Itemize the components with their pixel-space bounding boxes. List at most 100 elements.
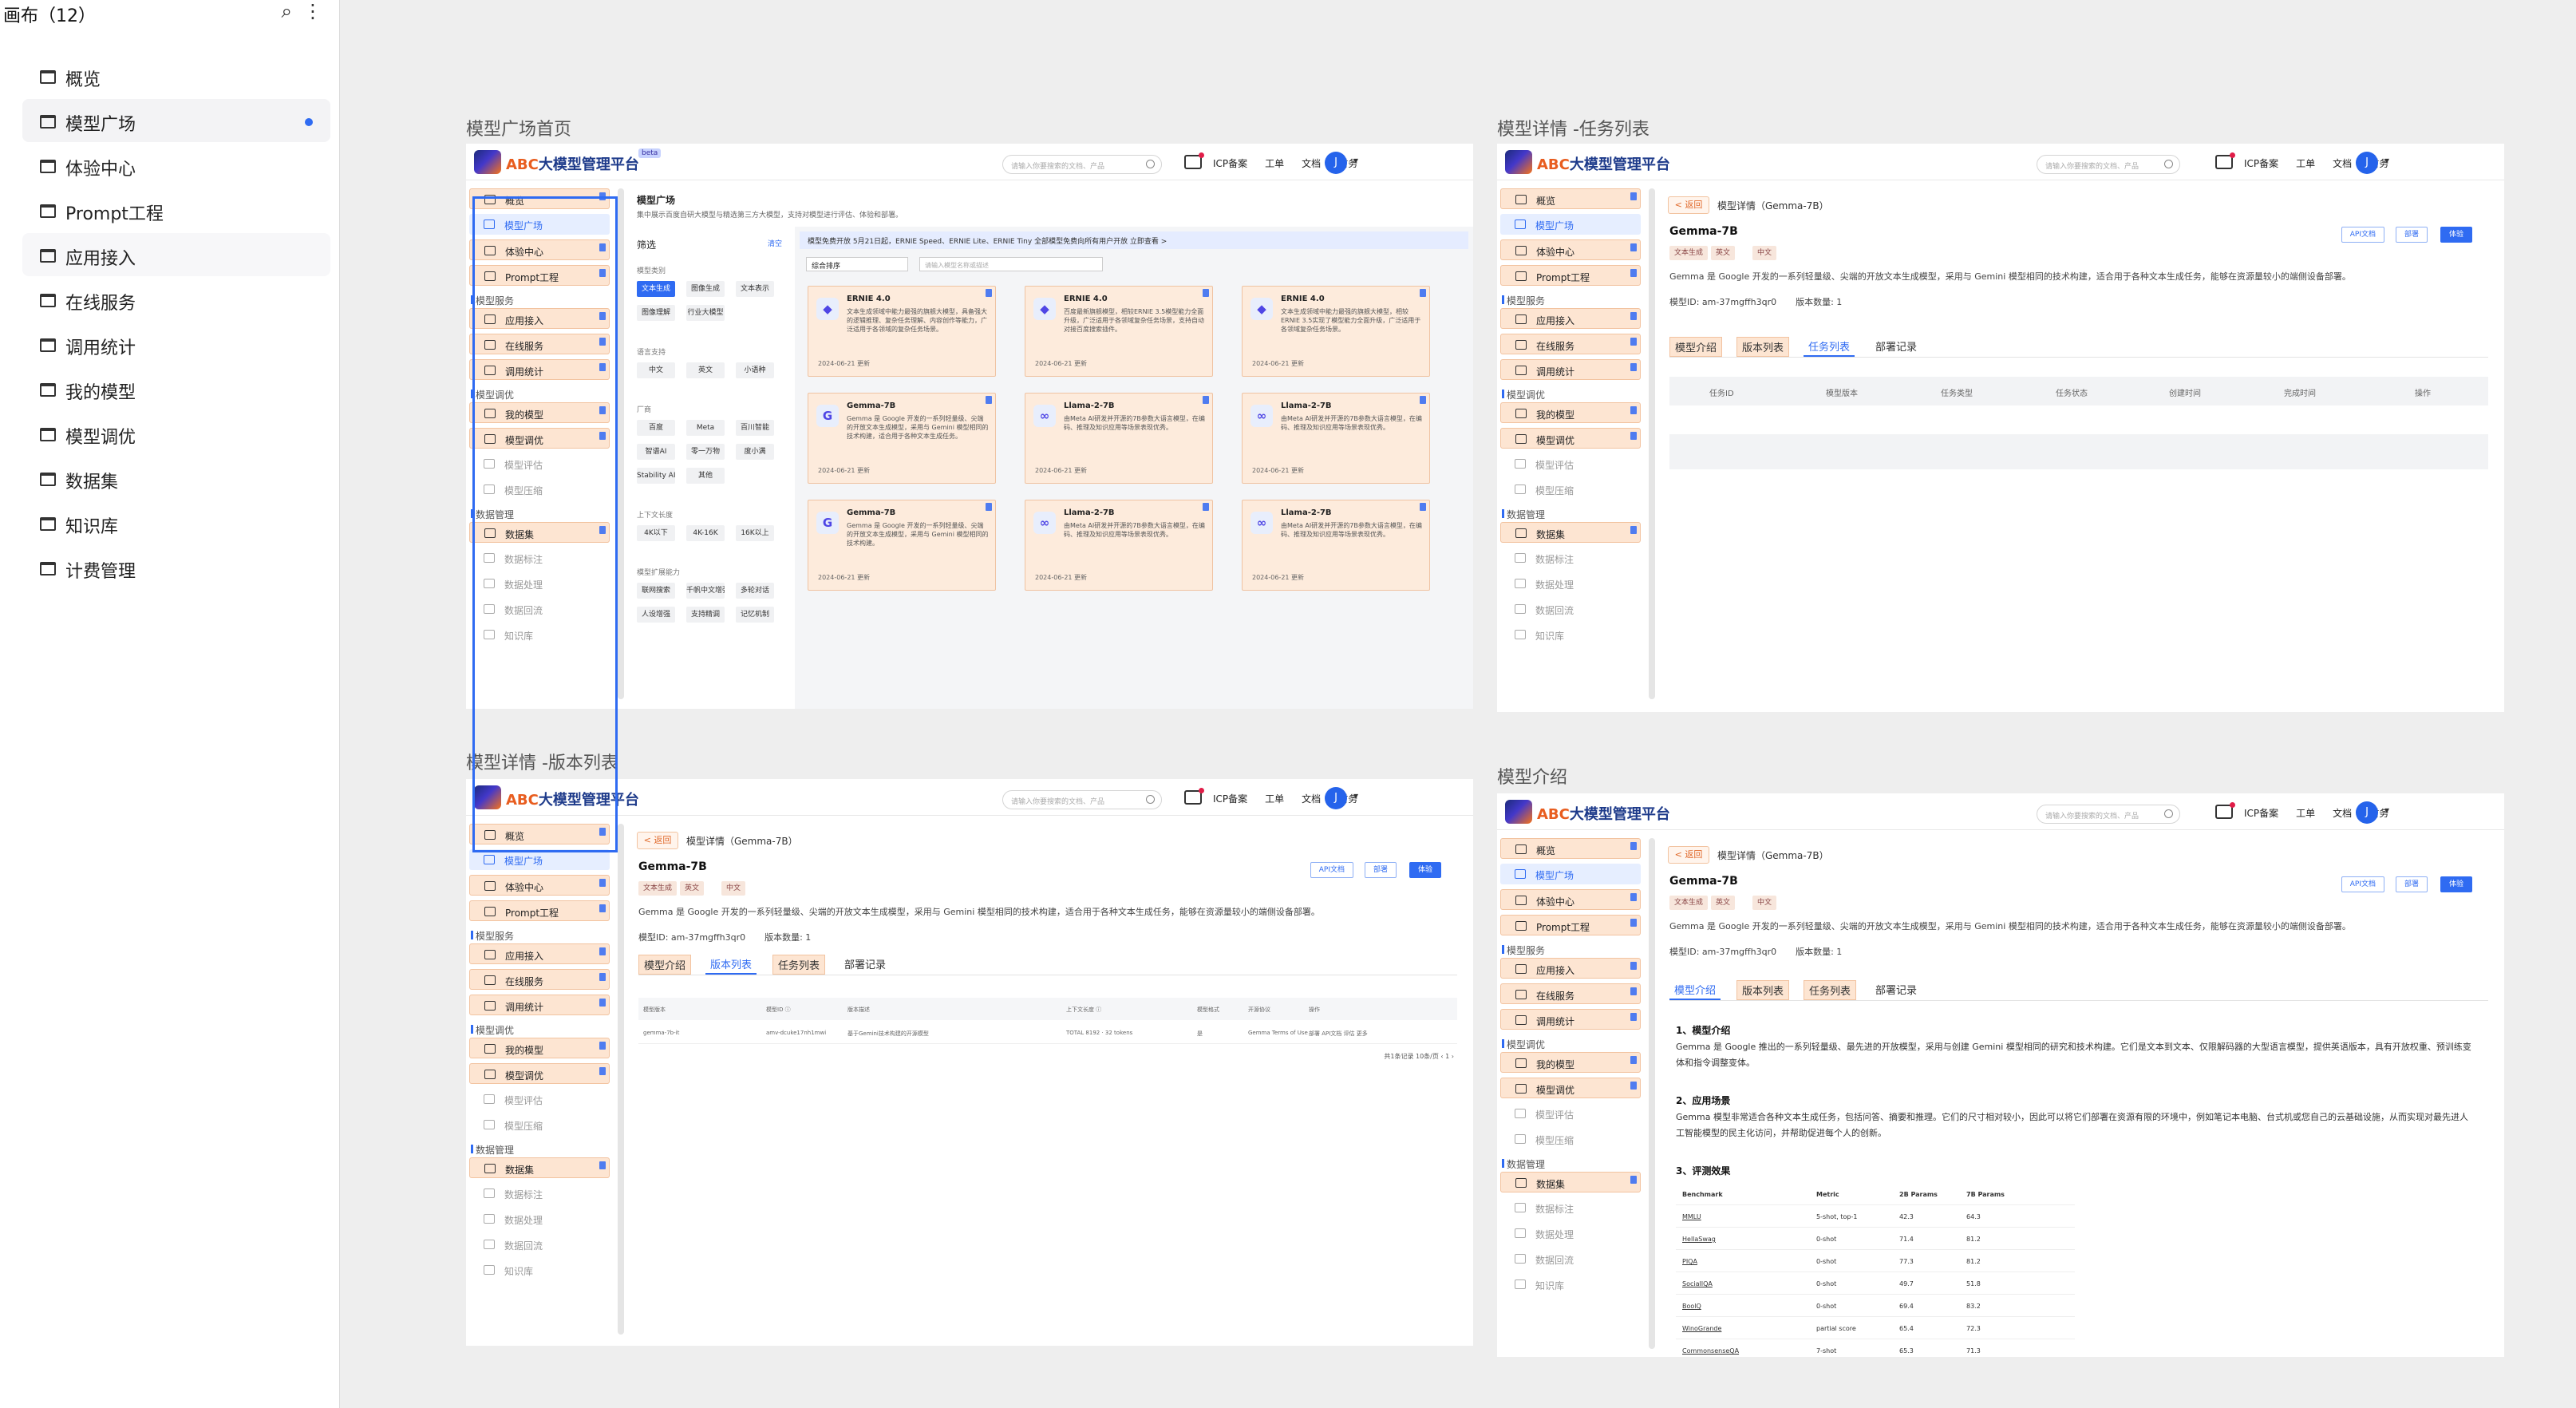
header-nav-2[interactable]: 文档 [2333, 808, 2352, 819]
filter-chip[interactable]: 4K-16K [686, 525, 725, 541]
header-nav-1[interactable]: 工单 [1265, 158, 1284, 169]
canvas-page-item[interactable]: 我的模型 [22, 367, 330, 410]
message-icon[interactable] [2215, 152, 2235, 169]
sidebar-item[interactable]: 模型压缩 [1500, 1129, 1641, 1149]
frame-label-intro[interactable]: 模型介绍 [1497, 763, 1567, 789]
filter-chip[interactable]: 文本表示 [736, 281, 774, 297]
detail-tab[interactable]: 模型介绍 [1669, 980, 1721, 1000]
sidebar-item[interactable]: 我的模型 [1500, 1052, 1641, 1073]
canvas-page-item[interactable]: 知识库 [22, 501, 330, 544]
sidebar-item[interactable]: Prompt工程 [1500, 265, 1641, 286]
sidebar-scrollbar[interactable] [1649, 838, 1655, 1349]
sidebar-item[interactable]: 数据处理 [1500, 1223, 1641, 1244]
filter-chip[interactable]: 支持精调 [686, 607, 725, 623]
model-card[interactable]: ∞ Llama-2-7B 由Meta AI研发并开源的7B参数大语言模型，在编码、推… [1025, 393, 1213, 484]
benchmark-cell[interactable]: MMLU [1682, 1213, 1701, 1220]
detail-tab[interactable]: 版本列表 [1736, 980, 1790, 1000]
sidebar-item[interactable]: 在线服务 [1500, 334, 1641, 354]
detail-tab[interactable]: 任务列表 [1804, 337, 1855, 357]
frame-task-list[interactable]: ABC大模型管理平台 请输入你要搜索的文档、产品 ICP备案 工单 文档 财务 J ▾ < 返… [1497, 144, 2504, 712]
sidebar-item[interactable]: 体验中心 [1500, 239, 1641, 260]
benchmark-cell[interactable]: BoolQ [1682, 1303, 1701, 1310]
sidebar-item[interactable]: Prompt工程 [469, 900, 610, 921]
filter-clear-link[interactable]: 清空 [768, 238, 782, 248]
filter-chip[interactable]: 图像生成 [686, 281, 725, 297]
model-card[interactable]: G Gemma-7B Gemma 是 Google 开发的一系列轻量级、尖端的开放文… [808, 393, 996, 484]
filter-chip[interactable]: 百度 [637, 420, 675, 436]
sidebar-item[interactable]: 模型压缩 [1500, 479, 1641, 500]
sort-select[interactable]: 综合排序 [806, 257, 908, 271]
canvas-page-item[interactable]: 应用接入 [22, 233, 330, 276]
canvas-page-item[interactable]: Prompt工程 [22, 188, 330, 231]
header-nav-2[interactable]: 文档 [2333, 158, 2352, 169]
try-button[interactable]: 体验 [1409, 862, 1441, 878]
canvas-page-item[interactable]: 数据集 [22, 457, 330, 500]
api-doc-button[interactable]: API文档 [2341, 227, 2384, 243]
api-doc-button[interactable]: API文档 [1310, 862, 1353, 878]
filter-chip[interactable]: 人设增强 [637, 607, 675, 623]
header-nav-0[interactable]: ICP备案 [2244, 158, 2278, 169]
sidebar-item[interactable]: 数据处理 [469, 1208, 610, 1229]
filter-chip[interactable]: 中文 [637, 362, 675, 378]
sidebar-item[interactable]: 应用接入 [1500, 958, 1641, 979]
filter-chip[interactable]: 16K以上 [736, 525, 774, 541]
canvas-page-item[interactable]: 概览 [22, 54, 330, 97]
user-avatar[interactable]: J [1325, 787, 1347, 809]
filter-chip[interactable]: 4K以下 [637, 525, 675, 541]
sidebar-item[interactable]: 在线服务 [1500, 983, 1641, 1004]
frame-label-tasks[interactable]: 模型详情 -任务列表 [1497, 115, 1650, 140]
filter-chip[interactable]: 千帆中文增强 [686, 583, 725, 599]
filter-chip[interactable]: 记忆机制 [736, 607, 774, 623]
detail-tab[interactable]: 部署记录 [1871, 337, 1922, 355]
filter-chip[interactable]: 行业大模型 [686, 305, 725, 321]
sidebar-item[interactable]: 数据回流 [1500, 1248, 1641, 1269]
filter-chip[interactable]: 英文 [686, 362, 725, 378]
sidebar-item[interactable]: 数据回流 [469, 1234, 610, 1255]
benchmark-cell[interactable]: HellaSwag [1682, 1236, 1716, 1243]
detail-tab[interactable]: 模型介绍 [638, 955, 692, 975]
model-card[interactable]: ∞ Llama-2-7B 由Meta AI研发并开源的7B参数大语言模型，在编码、推… [1025, 500, 1213, 591]
sidebar-item[interactable]: 数据标注 [1500, 1197, 1641, 1218]
sidebar-item[interactable]: 在线服务 [469, 969, 610, 990]
filter-chip[interactable]: Meta [686, 420, 725, 436]
sidebar-item[interactable]: 数据集 [1500, 1172, 1641, 1192]
sidebar-item[interactable]: 我的模型 [1500, 402, 1641, 423]
sidebar-item[interactable]: 概览 [1500, 838, 1641, 859]
back-button[interactable]: < 返回 [637, 832, 678, 849]
sidebar-item[interactable]: 应用接入 [469, 943, 610, 964]
canvas-page-item[interactable]: 调用统计 [22, 322, 330, 366]
header-nav-2[interactable]: 文档 [1302, 158, 1321, 169]
deploy-button[interactable]: 部署 [2395, 876, 2428, 892]
try-button[interactable]: 体验 [2440, 227, 2472, 243]
sidebar-item[interactable]: 应用接入 [1500, 308, 1641, 329]
chevron-down-icon[interactable]: ▾ [2384, 155, 2389, 166]
model-search-input[interactable]: 请输入模型名称或描述 [919, 257, 1103, 271]
sidebar-item[interactable]: 体验中心 [1500, 889, 1641, 910]
sidebar-item[interactable]: 数据集 [469, 1157, 610, 1178]
header-search-input[interactable]: 请输入你要搜索的文档、产品 [1002, 790, 1162, 809]
header-search-input[interactable]: 请输入你要搜索的文档、产品 [1002, 155, 1162, 174]
model-card[interactable]: ◆ ERNIE 4.0 文本生成领域中能力最强的旗舰大模型，具备强大的逻辑推理、复杂… [808, 286, 996, 377]
filter-chip[interactable]: 文本生成 [637, 281, 675, 297]
canvas-page-item[interactable]: 计费管理 [22, 546, 330, 589]
header-nav-1[interactable]: 工单 [2296, 158, 2315, 169]
sidebar-item[interactable]: 模型调优 [1500, 1078, 1641, 1098]
selection-box[interactable] [472, 196, 618, 852]
try-button[interactable]: 体验 [2440, 876, 2472, 892]
header-nav-1[interactable]: 工单 [1265, 793, 1284, 805]
model-card[interactable]: ∞ Llama-2-7B 由Meta AI研发并开源的7B参数大语言模型，在编码、推… [1242, 500, 1430, 591]
sidebar-item[interactable]: 知识库 [1500, 1274, 1641, 1295]
back-button[interactable]: < 返回 [1668, 196, 1709, 214]
sidebar-item[interactable]: 知识库 [469, 1260, 610, 1280]
filter-chip[interactable]: 小语种 [736, 362, 774, 378]
filter-chip[interactable]: 联网搜索 [637, 583, 675, 599]
filter-chip[interactable]: 度小满 [736, 444, 774, 460]
header-search-input[interactable]: 请输入你要搜索的文档、产品 [2037, 155, 2180, 174]
promo-banner[interactable]: 模型免费开放 5月21日起，ERNIE Speed、ERNIE Lite、ERN… [800, 231, 1468, 249]
version-table-row[interactable]: gemma-7b-it amv-dcuke17nh1mwi 基于Gemini技术构建… [638, 1022, 1457, 1044]
sidebar-item[interactable]: 概览 [1500, 188, 1641, 209]
frame-model-intro[interactable]: ABC大模型管理平台 请输入你要搜索的文档、产品 ICP备案 工单 文档 财务 J ▾ < 返… [1497, 793, 2504, 1357]
user-avatar[interactable]: J [2356, 801, 2378, 824]
benchmark-cell[interactable]: SocialIQA [1682, 1280, 1713, 1287]
more-icon[interactable]: ⋮ [303, 0, 322, 22]
